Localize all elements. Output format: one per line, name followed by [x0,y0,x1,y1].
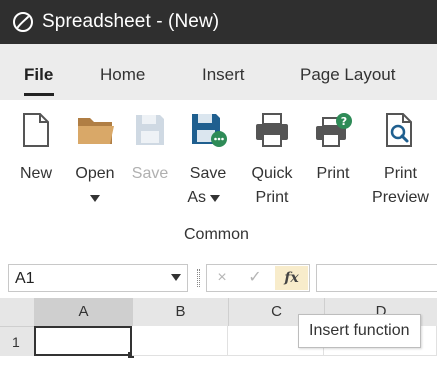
quick-print-label-line1: Quick [251,165,293,182]
quick-print-button[interactable]: Quick Print [244,100,300,220]
ribbon-tabs: File Home Insert Page Layout [0,44,437,100]
title-bar: Spreadsheet - (New) [0,0,437,44]
chevron-down-icon [90,195,100,202]
name-box-value: A1 [15,270,35,287]
open-button[interactable]: Open [68,100,122,220]
quick-print-label-line2: Print [255,189,289,206]
insert-function-tooltip: Insert function [298,314,421,348]
tab-page-layout[interactable]: Page Layout [300,65,395,85]
new-button[interactable]: New [10,100,62,220]
print-preview-button[interactable]: Print Preview [364,100,437,220]
insert-function-button[interactable]: fx [275,266,308,290]
open-label: Open [75,165,115,182]
print-dialog-icon: ? [316,113,352,147]
accept-edit-icon[interactable]: ✓ [240,265,270,291]
chevron-down-icon [210,195,220,202]
new-label: New [19,165,52,182]
formula-input[interactable] [316,264,437,292]
save-as-label-line1: Save [189,165,227,182]
ribbon-group-label: Common [184,226,249,243]
column-header-b[interactable]: B [132,298,228,326]
name-box[interactable]: A1 [8,264,188,292]
print-button[interactable]: ? Print [306,100,360,220]
formula-bar: A1 × ✓ fx [0,258,437,298]
save-as-label-line2: As [187,189,206,206]
splitter-grip[interactable] [197,269,200,287]
save-label: Save [131,165,169,182]
app-logo-icon [13,12,33,32]
tab-insert[interactable]: Insert [202,65,245,85]
window-title: Spreadsheet - (New) [42,11,220,32]
formula-actions: × ✓ fx [206,264,310,292]
folder-icon [78,118,114,144]
print-preview-label-line2: Preview [372,189,429,206]
tab-home[interactable]: Home [100,65,145,85]
ribbon-common-group: New Open Save Save As Quick Print ? Prin… [0,100,437,258]
new-document-icon [23,113,49,147]
active-tab-indicator [24,93,54,96]
print-preview-label-line1: Print [384,165,417,182]
svg-text:?: ? [341,115,347,128]
save-as-button[interactable]: Save As [180,100,236,220]
row-header-1[interactable]: 1 [0,326,34,356]
chevron-down-icon[interactable] [171,274,181,281]
save-as-icon [192,114,227,147]
cell-a1[interactable] [34,326,134,358]
column-header-a[interactable]: A [34,298,132,326]
cell-b1[interactable] [132,326,228,356]
select-all-corner[interactable] [0,298,34,326]
print-label: Print [316,165,350,182]
print-preview-icon [386,113,412,147]
printer-icon [256,113,288,147]
save-button[interactable]: Save [128,100,172,220]
tab-file[interactable]: File [24,65,53,85]
cancel-edit-icon[interactable]: × [207,265,237,291]
save-icon [136,115,164,145]
